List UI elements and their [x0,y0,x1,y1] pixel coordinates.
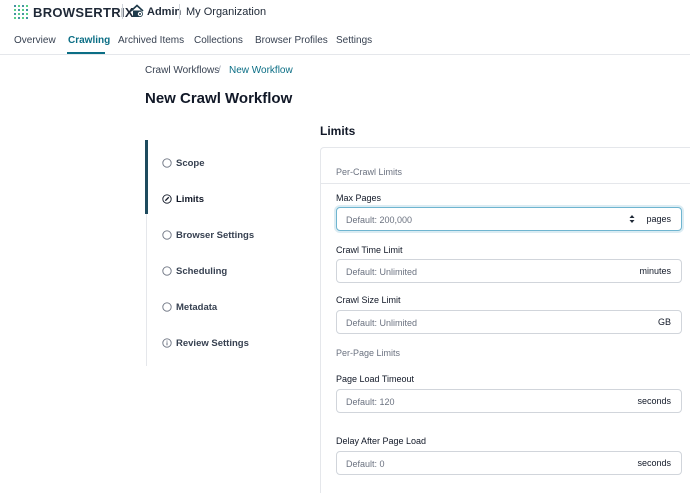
tab-archived-items[interactable]: Archived Items [118,35,184,46]
page-load-timeout-unit: seconds [637,396,671,406]
step-review-settings[interactable]: Review Settings [162,336,249,350]
max-pages-label: Max Pages [336,193,382,203]
breadcrumb-separator: / [218,65,221,76]
crawl-size-limit-label: Crawl Size Limit [336,295,401,305]
top-header: BROWSERTRIX Admin My Organization [0,0,690,27]
info-circle-icon [162,338,172,348]
step-metadata[interactable]: Metadata [162,300,217,314]
step-label: Scope [176,157,205,169]
page-load-timeout-input[interactable] [346,395,606,408]
crawl-time-limit-unit: minutes [639,266,671,276]
org-home-icon[interactable] [130,4,144,18]
breadcrumb-crawl-workflows[interactable]: Crawl Workflows [145,65,219,76]
crawl-time-limit-field: minutes [336,259,682,283]
page-load-timeout-label: Page Load Timeout [336,374,415,384]
per-crawl-limits-heading: Per-Crawl Limits [336,167,403,177]
header-divider [179,4,180,19]
active-step-indicator [145,140,148,214]
max-pages-unit: pages [646,214,671,224]
delay-after-page-load-unit: seconds [637,458,671,468]
circle-icon [162,230,172,240]
tab-crawling[interactable]: Crawling [68,35,110,46]
number-stepper-icon[interactable] [629,214,635,224]
crawl-time-limit-label: Crawl Time Limit [336,245,403,255]
header-divider [122,4,123,19]
circle-icon [162,158,172,168]
crawl-size-limit-field: GB [336,310,682,334]
crawl-size-limit-unit: GB [657,317,671,327]
panel-divider [320,183,690,184]
tab-collections[interactable]: Collections [194,35,243,46]
tab-browser-profiles[interactable]: Browser Profiles [255,35,328,46]
browsertrix-logo-icon[interactable] [14,5,28,19]
circle-icon [162,266,172,276]
breadcrumb-current: New Workflow [229,65,293,76]
pencil-circle-icon [162,194,172,204]
crawl-time-limit-input[interactable] [346,265,606,278]
tab-overview[interactable]: Overview [14,35,56,46]
max-pages-input[interactable] [346,213,606,226]
delay-after-page-load-input[interactable] [346,457,606,470]
step-label: Scheduling [176,265,228,277]
circle-icon [162,302,172,312]
step-scheduling[interactable]: Scheduling [162,264,227,278]
max-pages-field: pages [336,207,682,231]
section-heading: Limits [320,124,356,138]
step-label: Metadata [176,301,218,313]
per-page-limits-heading: Per-Page Limits [336,348,401,358]
crawl-size-limit-input[interactable] [346,316,606,329]
step-scope[interactable]: Scope [162,156,205,170]
delay-after-page-load-field: seconds [336,451,682,475]
step-label: Review Settings [176,337,249,349]
page-load-timeout-field: seconds [336,389,682,413]
step-limits[interactable]: Limits [162,192,204,206]
step-label: Limits [176,193,204,205]
step-label: Browser Settings [176,229,255,241]
page-title: New Crawl Workflow [145,90,293,107]
main-nav: Overview Crawling Archived Items Collect… [0,27,690,55]
admin-link[interactable]: Admin [147,6,181,18]
tab-settings[interactable]: Settings [336,35,372,46]
brand-name[interactable]: BROWSERTRIX [33,5,134,20]
step-browser-settings[interactable]: Browser Settings [162,228,254,242]
delay-after-page-load-label: Delay After Page Load [336,436,427,446]
active-tab-indicator [67,52,105,54]
org-switcher[interactable]: My Organization [186,6,266,18]
